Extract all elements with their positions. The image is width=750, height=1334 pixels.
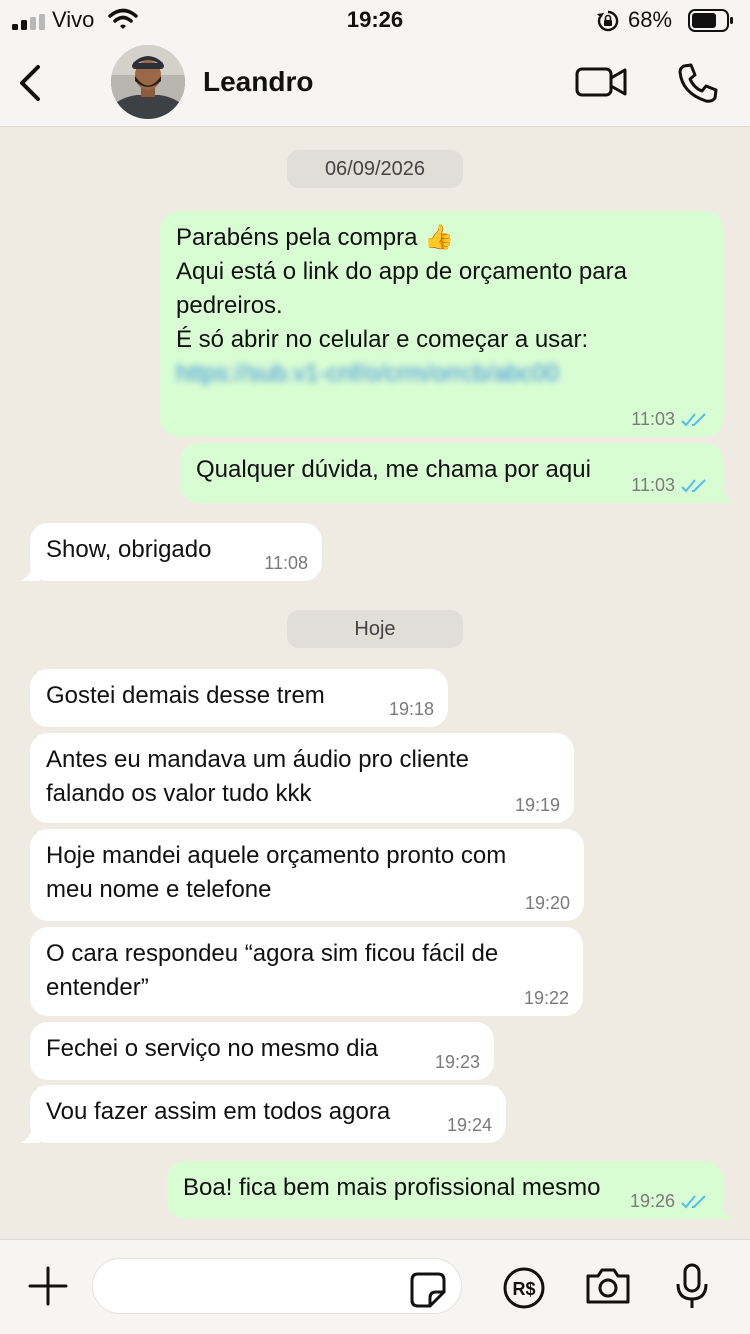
bubble-tail	[714, 479, 734, 503]
message-text: Boa! fica bem mais profissional mesmo	[183, 1174, 601, 1201]
message-time: 19:23	[434, 1052, 480, 1072]
message-text: Antes eu mandava um áudio pro cliente	[46, 746, 469, 773]
read-ticks-icon	[681, 1195, 706, 1209]
message-link[interactable]: https://sub.v1-cnf/o/crm/orrcb/abc00	[176, 357, 707, 391]
message-incoming[interactable]: Fechei o serviço no mesmo dia 19:23	[30, 1022, 494, 1080]
message-text: meu nome e telefone	[46, 876, 272, 903]
svg-text:R$: R$	[512, 1279, 535, 1299]
read-ticks-icon	[681, 479, 706, 493]
battery-icon	[688, 9, 733, 32]
message-incoming[interactable]: Gostei demais desse trem 19:18	[30, 669, 448, 727]
message-text: Vou fazer assim em todos agora	[46, 1098, 391, 1125]
message-time: 19:22	[523, 988, 569, 1008]
avatar[interactable]	[111, 45, 185, 119]
chat-header: Leandro	[0, 40, 750, 127]
message-text: falando os valor tudo kkk	[46, 780, 312, 807]
rotation-lock-icon	[597, 10, 619, 32]
message-text: Parabéns pela compra 👍	[176, 224, 455, 251]
message-time: 19:24	[446, 1115, 492, 1135]
phone-icon[interactable]	[676, 62, 720, 104]
contact-name[interactable]: Leandro	[203, 66, 313, 98]
message-time: 11:03	[631, 475, 709, 495]
plus-icon[interactable]	[28, 1266, 68, 1306]
message-time: 11:08	[264, 553, 308, 573]
message-text: Gostei demais desse trem	[46, 682, 325, 709]
message-incoming[interactable]: Show, obrigado 11:08	[30, 523, 322, 581]
bubble-tail	[714, 1195, 734, 1219]
message-input[interactable]	[92, 1258, 462, 1314]
message-incoming[interactable]: Vou fazer assim em todos agora 19:24	[30, 1085, 506, 1143]
message-text: Fechei o serviço no mesmo dia	[46, 1035, 379, 1062]
message-incoming[interactable]: O cara respondeu “agora sim ficou fácil …	[30, 927, 583, 1016]
message-time: 19:19	[514, 795, 560, 815]
composer-bar: R$	[0, 1239, 750, 1334]
message-time: 19:26	[630, 1191, 709, 1211]
message-outgoing[interactable]: Boa! fica bem mais profissional mesmo 19…	[167, 1161, 723, 1219]
message-text: Aqui está o link do app de orçamento par…	[176, 258, 627, 285]
read-ticks-icon	[681, 413, 706, 427]
bubble-tail	[20, 1119, 40, 1143]
chat-area[interactable]: 06/09/2026 Parabéns pela compra 👍 Aqui e…	[0, 127, 750, 1239]
message-text: O cara respondeu “agora sim ficou fácil …	[46, 940, 499, 967]
video-call-icon[interactable]	[574, 64, 628, 100]
status-bar: Vivo 19:26 68%	[0, 0, 750, 40]
camera-icon[interactable]	[584, 1266, 632, 1306]
message-time: 19:20	[524, 893, 570, 913]
message-incoming[interactable]: Hoje mandei aquele orçamento pronto com …	[30, 829, 584, 921]
date-chip: 06/09/2026	[287, 150, 463, 188]
message-text: É só abrir no celular e começar a usar:	[176, 326, 589, 353]
message-text: entender”	[46, 974, 149, 1001]
back-icon[interactable]	[16, 64, 44, 102]
date-chip: Hoje	[287, 610, 463, 648]
message-outgoing[interactable]: Parabéns pela compra 👍 Aqui está o link …	[160, 211, 723, 437]
message-time: 11:03	[631, 409, 709, 429]
bubble-tail	[20, 557, 40, 581]
message-outgoing[interactable]: Qualquer dúvida, me chama por aqui 11:03	[180, 443, 723, 503]
message-incoming[interactable]: Antes eu mandava um áudio pro cliente fa…	[30, 733, 574, 823]
microphone-icon[interactable]	[674, 1262, 710, 1312]
message-time: 19:18	[388, 699, 434, 719]
sticker-icon[interactable]	[410, 1272, 446, 1308]
message-text: pedreiros.	[176, 292, 283, 319]
currency-icon[interactable]: R$	[502, 1266, 546, 1310]
battery-percentage: 68%	[628, 7, 673, 32]
message-text: Hoje mandei aquele orçamento pronto com	[46, 842, 507, 869]
